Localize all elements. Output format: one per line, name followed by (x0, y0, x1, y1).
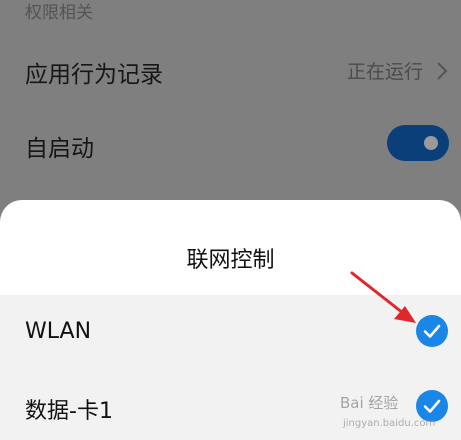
autostart-label: 自启动 (25, 136, 94, 162)
watermark-url: jingyan.baidu.com (343, 418, 436, 429)
sheet-title: 联网控制 (186, 248, 275, 273)
toggle-knob (424, 136, 438, 150)
app-behavior-status: 正在运行 (346, 61, 423, 83)
section-header-permissions: 权限相关 (25, 3, 93, 23)
option-wlan-label[interactable]: WLAN (25, 319, 91, 344)
wlan-checkbox[interactable] (416, 315, 448, 347)
app-behavior-record-label[interactable]: 应用行为记录 (25, 55, 163, 89)
autostart-toggle[interactable] (387, 125, 449, 161)
baidu-watermark: Bai 经验 (340, 392, 398, 413)
checkmark-icon (423, 324, 441, 338)
option-data-sim1-label[interactable]: 数据-卡1 (25, 393, 113, 425)
watermark-text: Bai 经验 (340, 394, 399, 412)
chevron-right-icon (437, 62, 448, 80)
